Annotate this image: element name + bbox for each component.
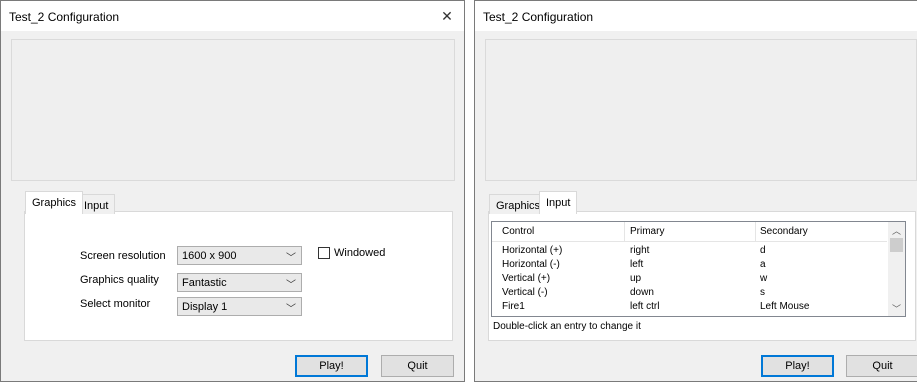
tab-input[interactable]: Input [539,191,578,214]
primary-cell: down [630,287,654,298]
list-item[interactable]: Vertical (-) down s [492,287,887,300]
scroll-down-arrow-icon[interactable]: ﹀ [888,302,905,315]
chevron-down-icon: ﹀ [286,253,296,264]
secondary-cell: d [760,245,766,256]
secondary-cell: s [760,287,765,298]
graphics-quality-value: Fantastic [182,277,227,289]
control-cell: Vertical (+) [502,273,551,284]
close-icon[interactable]: ✕ [907,5,917,27]
config-window-graphics: Test_2 Configuration ✕ Screen resolution… [0,0,465,382]
secondary-cell: a [760,259,766,270]
window-title: Test_2 Configuration [9,10,120,24]
graphics-tab-panel: Screen resolution 1600 x 900 ﹀ Windowed … [24,211,453,341]
control-cell: Horizontal (+) [502,245,563,256]
list-item[interactable]: Fire1 left ctrl Left Mouse [492,301,887,314]
scrollbar-thumb[interactable] [890,238,903,252]
graphics-quality-label: Graphics quality [80,274,159,286]
select-monitor-value: Display 1 [182,301,228,313]
control-cell: Horizontal (-) [502,259,560,270]
chevron-down-icon: ﹀ [286,280,296,291]
scroll-up-arrow-icon[interactable]: ︿ [888,224,905,237]
column-header-secondary[interactable]: Secondary [760,226,808,237]
list-item[interactable]: Horizontal (-) left a [492,259,887,272]
chevron-down-icon: ﹀ [286,304,296,315]
quit-button[interactable]: Quit [846,355,917,377]
primary-cell: right [630,245,650,256]
list-item[interactable]: Horizontal (+) right d [492,245,887,258]
play-button[interactable]: Play! [761,355,834,377]
banner-image-area [11,39,455,181]
quit-button[interactable]: Quit [381,355,454,377]
window-title: Test_2 Configuration [483,10,594,24]
column-header-primary[interactable]: Primary [630,226,664,237]
screen-resolution-label: Screen resolution [80,250,166,262]
banner-image-area [485,39,917,181]
column-divider[interactable] [755,222,756,241]
vertical-scrollbar[interactable]: ︿ ﹀ [888,222,905,316]
config-window-input: Test_2 Configuration ✕ Graphics Input Co… [474,0,917,382]
close-icon[interactable]: ✕ [432,5,462,27]
select-monitor-label: Select monitor [80,298,151,310]
screen-resolution-dropdown[interactable]: 1600 x 900 ﹀ [177,246,302,265]
select-monitor-dropdown[interactable]: Display 1 ﹀ [177,297,302,316]
windowed-checkbox[interactable] [318,247,330,259]
play-button[interactable]: Play! [295,355,368,377]
control-cell: Fire1 [502,301,525,312]
primary-cell: left ctrl [630,301,660,312]
list-item[interactable]: Vertical (+) up w [492,273,887,286]
column-divider[interactable] [624,222,625,241]
screen-resolution-value: 1600 x 900 [182,250,237,262]
control-cell: Vertical (-) [502,287,548,298]
hint-text: Double-click an entry to change it [493,321,641,332]
primary-cell: up [630,273,642,284]
primary-cell: left [630,259,644,270]
secondary-cell: w [760,273,768,284]
title-bar: Test_2 Configuration ✕ [475,1,917,31]
tab-graphics[interactable]: Graphics [25,191,84,214]
column-header-control[interactable]: Control [502,226,534,237]
input-bindings-list[interactable]: Control Primary Secondary Horizontal (+)… [491,221,906,317]
list-header: Control Primary Secondary [492,222,887,242]
title-bar: Test_2 Configuration ✕ [1,1,464,31]
graphics-quality-dropdown[interactable]: Fantastic ﹀ [177,273,302,292]
secondary-cell: Left Mouse [760,301,810,312]
windowed-label: Windowed [334,247,386,259]
